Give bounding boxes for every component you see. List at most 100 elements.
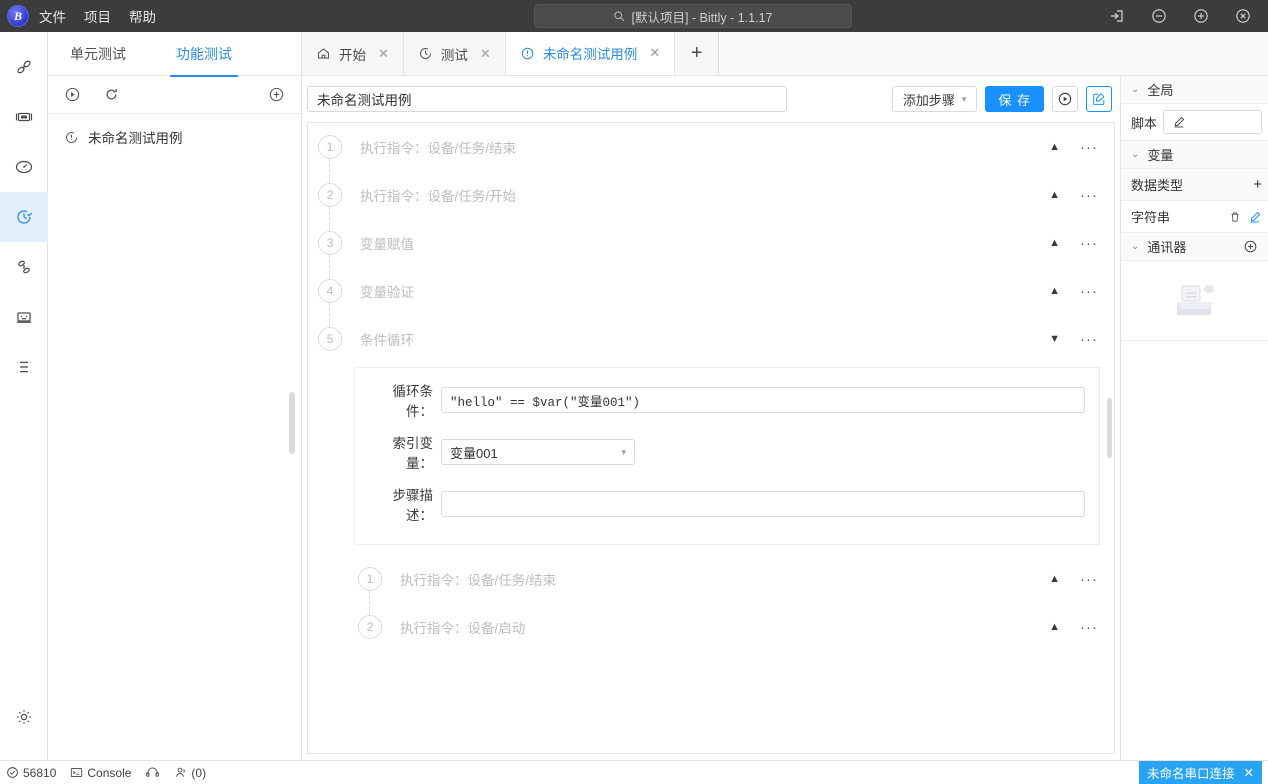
step-number: 3: [318, 231, 342, 255]
step-row[interactable]: 2 执行指令：设备/启动 ▲ ···: [348, 603, 1114, 651]
run-all-icon[interactable]: [64, 86, 81, 103]
step-label: 执行指令：设备/任务/结束: [360, 141, 517, 156]
add-variable-button[interactable]: +: [1253, 177, 1262, 192]
step-menu-icon[interactable]: ···: [1080, 284, 1098, 299]
clock-icon: [418, 46, 433, 61]
rail-item-link-chain[interactable]: [0, 42, 48, 92]
chevron-down-icon: ⌄: [1131, 241, 1140, 252]
monitor-icon: [14, 307, 34, 327]
step-row[interactable]: 5 条件循环 ▼ ···: [308, 315, 1114, 363]
tab-close-icon[interactable]: ✕: [480, 46, 491, 62]
rail-item-monitor[interactable]: [0, 292, 48, 342]
list-item-label: 未命名测试用例: [88, 131, 183, 146]
tab-test[interactable]: 测试 ✕: [403, 32, 506, 75]
step-menu-icon[interactable]: ···: [1080, 620, 1098, 635]
step-menu-icon[interactable]: ···: [1080, 236, 1098, 251]
rail-item-layers[interactable]: [0, 342, 48, 392]
headset-icon: [145, 766, 160, 779]
step-actions: ▼ ···: [1049, 332, 1098, 347]
add-communicator-icon[interactable]: [1243, 239, 1258, 254]
edit-mode-button[interactable]: [1086, 86, 1112, 112]
loop-condition-label: 循环条件：: [392, 384, 434, 419]
loop-condition-row: 循环条件： "hello" == $var("变量001"): [369, 380, 1085, 420]
console-button[interactable]: Console: [70, 766, 131, 780]
step-row[interactable]: 2 执行指令：设备/任务/开始 ▲ ···: [308, 171, 1114, 231]
tab-label: 未命名测试用例: [542, 47, 638, 62]
step-menu-icon[interactable]: ···: [1080, 188, 1098, 203]
step-row[interactable]: 3 变量赋值 ▲ ···: [308, 219, 1114, 279]
tab-untitled-test-case[interactable]: 未命名测试用例 ✕: [505, 32, 676, 75]
menu-help[interactable]: 帮助: [129, 6, 156, 26]
sidebar-tab-unit-test[interactable]: 单元测试: [64, 32, 132, 76]
rail-item-settings[interactable]: [0, 692, 48, 742]
window-controls: [1108, 0, 1260, 32]
minimize-icon[interactable]: [1150, 7, 1168, 25]
memory-usage[interactable]: 56810: [6, 766, 56, 780]
add-step-dropdown[interactable]: 添加步骤 ▾: [891, 86, 978, 112]
step-menu-icon[interactable]: ···: [1080, 572, 1098, 587]
sidebar-scrollbar[interactable]: [289, 392, 295, 454]
rail-item-dashboard[interactable]: [0, 142, 48, 192]
global-section-header[interactable]: ⌄ 全局: [1121, 76, 1268, 104]
step-row[interactable]: 1 执行指令：设备/任务/结束 ▲ ···: [308, 123, 1114, 183]
step-menu-icon[interactable]: ···: [1080, 332, 1098, 347]
step-label: 条件循环: [360, 333, 414, 348]
list-item[interactable]: 未命名测试用例: [48, 120, 301, 154]
edit-script-button[interactable]: [1163, 110, 1262, 134]
variables-section-header[interactable]: ⌄ 变量: [1121, 141, 1268, 169]
trash-icon[interactable]: [1228, 210, 1242, 224]
collapse-toggle-icon[interactable]: ▼: [1049, 333, 1060, 345]
save-button[interactable]: 保 存: [985, 86, 1044, 112]
tab-close-icon[interactable]: ✕: [378, 46, 389, 62]
add-tab-button[interactable]: +: [675, 32, 720, 75]
menu-project[interactable]: 项目: [84, 6, 111, 26]
loop-condition-input[interactable]: "hello" == $var("变量001"): [441, 387, 1085, 413]
collapse-toggle-icon[interactable]: ▲: [1049, 621, 1060, 633]
step-label: 变量赋值: [360, 237, 414, 252]
collapse-toggle-icon[interactable]: ▲: [1049, 285, 1060, 297]
collapse-toggle-icon[interactable]: ▲: [1049, 141, 1060, 153]
add-test-case-icon[interactable]: [268, 86, 285, 103]
step-description-label: 步骤描述：: [392, 488, 434, 523]
edit-pencil-icon[interactable]: [1248, 210, 1262, 224]
editor-wrap: 未命名测试用例 添加步骤 ▾ 保 存 1 执行指令：设备/任务/结束 ▲ ···…: [302, 76, 1268, 760]
console-label: Console: [87, 765, 132, 780]
online-users[interactable]: (0): [174, 766, 206, 780]
chevron-down-icon: ⌄: [1131, 149, 1140, 160]
communicator-empty-state: [1121, 261, 1268, 341]
tab-start[interactable]: 开始 ✕: [302, 32, 404, 75]
collapse-toggle-icon[interactable]: ▲: [1049, 189, 1060, 201]
step-number: 2: [358, 615, 382, 639]
collapse-toggle-icon[interactable]: ▲: [1049, 573, 1060, 585]
sidebar-tab-function-test[interactable]: 功能测试: [170, 32, 238, 77]
global-search-bar[interactable]: [默认项目] - Bittly - 1.1.17: [534, 4, 852, 28]
search-icon: [613, 10, 625, 22]
script-label: 脚本: [1131, 115, 1158, 131]
rail-item-test[interactable]: [0, 192, 48, 242]
index-variable-value: 变量001: [450, 445, 498, 461]
maximize-icon[interactable]: [1192, 7, 1210, 25]
support-button[interactable]: [145, 766, 160, 779]
connection-badge[interactable]: 未命名串口连接 ✕: [1139, 760, 1262, 784]
connection-label: 未命名串口连接: [1147, 767, 1235, 781]
step-description-input[interactable]: [441, 491, 1085, 517]
step-row[interactable]: 4 变量验证 ▲ ···: [308, 267, 1114, 327]
menu-file[interactable]: 文件: [39, 6, 66, 26]
step-menu-icon[interactable]: ···: [1080, 140, 1098, 155]
index-variable-select[interactable]: 变量001 ▾: [441, 439, 635, 465]
connection-close-icon[interactable]: ✕: [1244, 765, 1254, 780]
close-icon[interactable]: [1234, 7, 1252, 25]
collapse-toggle-icon[interactable]: ▲: [1049, 237, 1060, 249]
steps-scrollbar[interactable]: [1107, 398, 1112, 458]
step-row[interactable]: 1 执行指令：设备/任务/结束 ▲ ···: [348, 555, 1114, 615]
tab-bar: 开始 ✕ 测试 ✕ 未命名测试用例 ✕ +: [302, 32, 1268, 76]
communicator-section-header[interactable]: ⌄ 通讯器: [1121, 233, 1268, 261]
run-test-button[interactable]: [1052, 86, 1078, 112]
step-actions: ▲ ···: [1049, 188, 1098, 203]
rail-item-panel[interactable]: [0, 92, 48, 142]
rail-item-flow[interactable]: [0, 242, 48, 292]
refresh-icon[interactable]: [103, 86, 120, 103]
test-case-title-input[interactable]: 未命名测试用例: [307, 86, 787, 112]
login-icon[interactable]: [1108, 7, 1126, 25]
tab-close-icon[interactable]: ✕: [649, 45, 660, 61]
